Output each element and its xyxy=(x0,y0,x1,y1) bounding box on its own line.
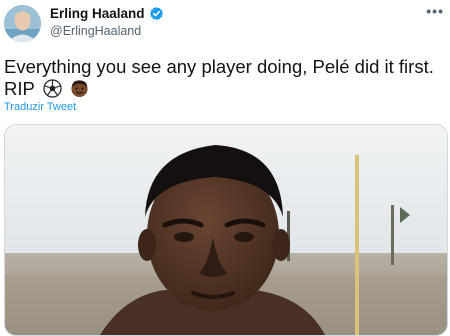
more-options-icon[interactable]: ••• xyxy=(426,4,444,18)
tweet-text: Everything you see any player doing, Pel… xyxy=(4,56,444,103)
avatar-photo-icon xyxy=(4,5,41,42)
author-handle[interactable]: @ErlingHaaland xyxy=(50,24,141,38)
avatar[interactable] xyxy=(4,5,41,42)
man-dark-skin-icon xyxy=(70,79,89,103)
translate-tweet-link[interactable]: Traduzir Tweet xyxy=(4,101,76,113)
verified-badge-icon xyxy=(149,6,164,21)
photo-pele-stadium-icon xyxy=(5,125,447,335)
author-name-row: Erling Haaland xyxy=(50,6,164,21)
tweet-text-line2: RIP xyxy=(4,78,35,99)
soccer-ball-icon xyxy=(42,79,62,103)
tweet-text-line1: Everything you see any player doing, Pel… xyxy=(4,56,434,77)
author-display-name[interactable]: Erling Haaland xyxy=(50,6,145,21)
tweet-media-photo[interactable] xyxy=(4,124,448,336)
